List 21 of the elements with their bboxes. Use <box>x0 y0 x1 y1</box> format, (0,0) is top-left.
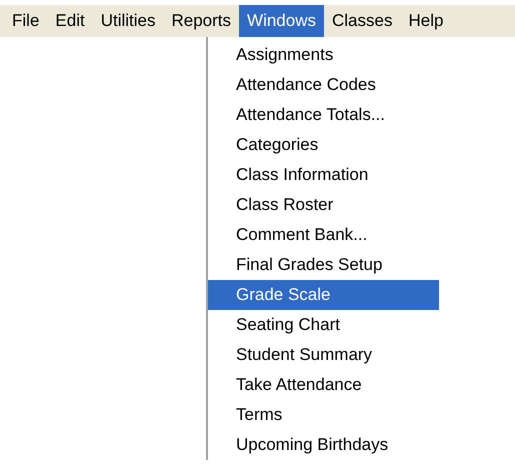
menu-item[interactable]: Help <box>400 5 452 37</box>
menu-option[interactable]: Student Summary <box>208 340 439 370</box>
menu-option[interactable]: Class Roster <box>208 190 439 220</box>
menu-option[interactable]: Class Information <box>208 160 439 190</box>
menu-item[interactable]: Edit <box>47 5 93 37</box>
menu-item[interactable]: Utilities <box>92 5 164 37</box>
menu-item[interactable]: Windows <box>239 5 324 37</box>
menu-option[interactable]: Comment Bank... <box>208 220 439 250</box>
menu-option[interactable]: Upcoming Birthdays <box>208 430 439 460</box>
menu-option[interactable]: Assignments <box>208 40 439 70</box>
menu-option[interactable]: Final Grades Setup <box>208 250 439 280</box>
menu-option[interactable]: Grade Scale <box>208 280 439 310</box>
menu-option[interactable]: Categories <box>208 130 439 160</box>
menu-item[interactable]: Classes <box>324 5 400 37</box>
menu-option[interactable]: Take Attendance <box>208 370 439 400</box>
menu-option[interactable]: Seating Chart <box>208 310 439 340</box>
menu-option[interactable]: Attendance Codes <box>208 70 439 100</box>
menu-item[interactable]: File <box>4 5 48 37</box>
menu-option[interactable]: Terms <box>208 400 439 430</box>
menu-option[interactable]: Attendance Totals... <box>208 100 439 130</box>
menu-item[interactable]: Reports <box>164 5 240 37</box>
